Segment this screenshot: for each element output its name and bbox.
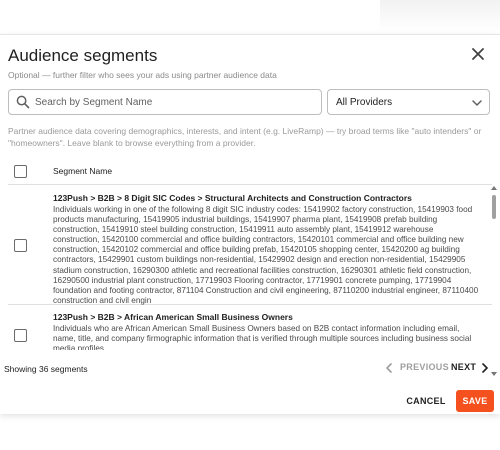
table-header: Segment Name [8,155,492,185]
chevron-down-icon [472,100,482,106]
scrollbar-thumb[interactable] [492,195,496,219]
table-scrollbar[interactable] [491,185,497,380]
chevron-right-icon [482,363,488,373]
select-all-checkbox[interactable] [14,165,27,178]
search-hint: Partner audience data covering demograph… [8,126,482,148]
save-button[interactable]: SAVE [456,390,494,412]
search-input[interactable] [35,94,315,110]
close-icon [472,48,484,60]
segment-count: Showing 36 segments [4,364,88,374]
background-strip-shade [380,0,500,32]
segment-description: Individuals working in one of the follow… [53,205,479,305]
segments-table: Segment Name 123Push > B2B > 8 Digit SIC… [8,155,492,350]
provider-select[interactable]: All Providers [327,89,490,115]
previous-label: PREVIOUS [400,362,449,372]
dialog-title: Audience segments [8,46,158,65]
segment-title: 123Push > B2B > 8 Digit SIC Codes > Stru… [53,193,412,203]
cancel-button[interactable]: CANCEL [404,390,448,412]
segment-title: 123Push > B2B > African American Small B… [53,312,293,322]
row-checkbox[interactable] [14,329,27,342]
table-row: 123Push > B2B > African American Small B… [8,305,492,350]
next-label: NEXT [451,362,477,372]
chevron-left-icon [386,363,392,373]
segment-description: Individuals who are African American Sma… [53,324,472,350]
scroll-up-icon[interactable] [491,185,497,191]
search-field[interactable] [8,89,322,115]
next-button[interactable]: NEXT [451,360,493,376]
provider-select-value: All Providers [336,97,393,108]
row-checkbox[interactable] [14,239,27,252]
column-header-segment-name: Segment Name [53,166,113,176]
table-row: 123Push > B2B > 8 Digit SIC Codes > Stru… [8,185,492,305]
audience-segments-dialog: Audience segments Optional — further fil… [0,34,500,414]
dialog-subtitle: Optional — further filter who sees your … [8,70,277,80]
search-icon [16,95,30,109]
background-strip [0,0,500,32]
close-button[interactable] [468,44,488,64]
